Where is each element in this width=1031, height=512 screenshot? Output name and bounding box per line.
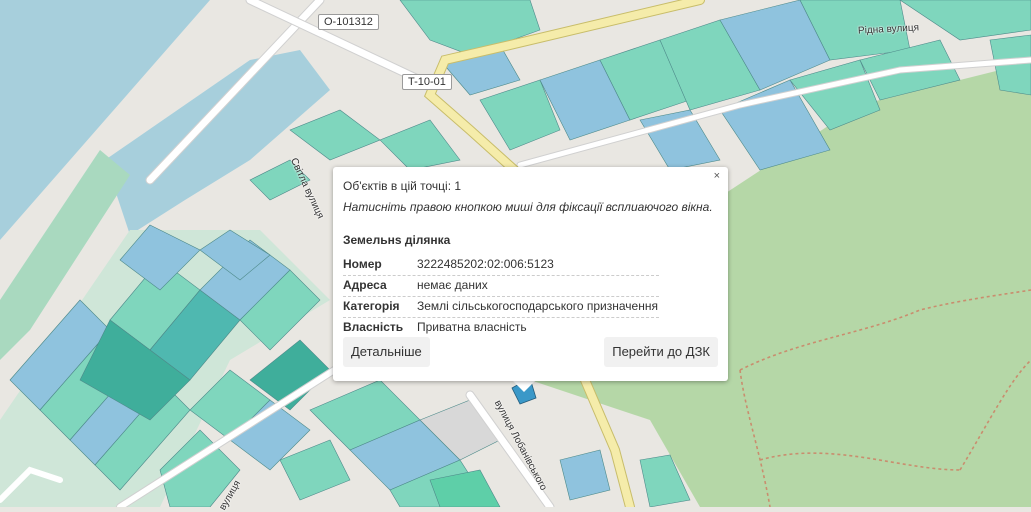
row-key: Номер xyxy=(343,257,382,271)
road-label-t1001: T-10-01 xyxy=(402,74,452,90)
popup-hint: Натисніть правою кнопкою миші для фіксац… xyxy=(343,200,713,214)
road-label-o101312: O-101312 xyxy=(318,14,379,30)
row-value: немає даних xyxy=(417,278,488,292)
popup-title: Земельнs ділянка xyxy=(343,233,451,247)
row-value: Приватна власність xyxy=(417,320,527,334)
row-value: 3222485202:02:006:5123 xyxy=(417,257,554,271)
popup-tip xyxy=(512,380,536,392)
row-ownership: Власність Приватна власність xyxy=(343,317,659,338)
info-popup: × Об'єктів в цій точці: 1 Натисніть прав… xyxy=(333,167,728,381)
row-number: Номер 3222485202:02:006:5123 xyxy=(343,254,659,276)
row-key: Власність xyxy=(343,320,404,334)
row-value: Землі сільськогосподарського призначення xyxy=(417,299,658,313)
row-address: Адреса немає даних xyxy=(343,275,659,297)
objects-count: Об'єктів в цій точці: 1 xyxy=(343,179,462,193)
details-button[interactable]: Детальніше xyxy=(343,337,430,367)
close-icon[interactable]: × xyxy=(714,170,720,182)
row-category: Категорія Землі сільськогосподарського п… xyxy=(343,296,659,318)
row-key: Категорія xyxy=(343,299,400,313)
goto-dzk-button[interactable]: Перейти до ДЗК xyxy=(604,337,718,367)
row-key: Адреса xyxy=(343,278,387,292)
